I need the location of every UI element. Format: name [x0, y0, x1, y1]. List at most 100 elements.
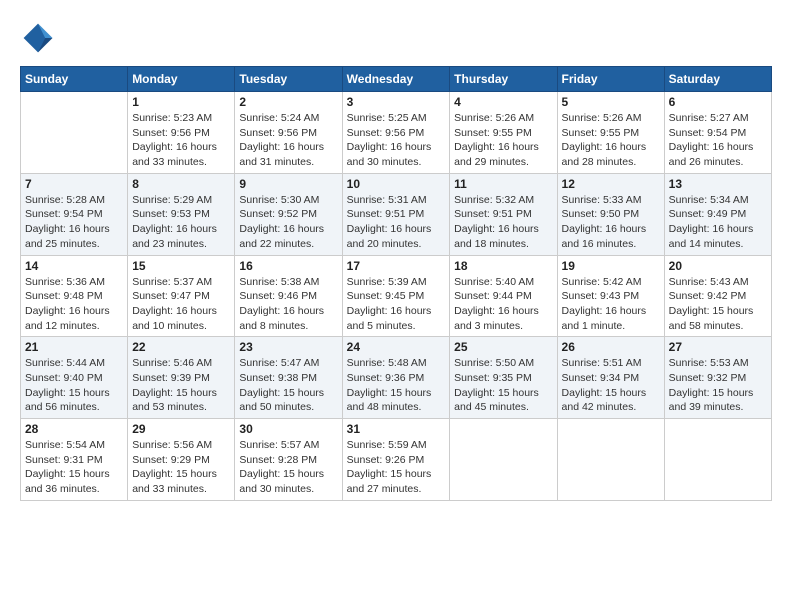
day-info: Sunrise: 5:57 AM Sunset: 9:28 PM Dayligh… — [239, 438, 337, 497]
weekday-header: Monday — [128, 67, 235, 92]
calendar-cell: 7 Sunrise: 5:28 AM Sunset: 9:54 PM Daylig… — [21, 173, 128, 255]
calendar-cell: 30 Sunrise: 5:57 AM Sunset: 9:28 PM Dayli… — [235, 419, 342, 501]
day-info: Sunrise: 5:56 AM Sunset: 9:29 PM Dayligh… — [132, 438, 230, 497]
day-info: Sunrise: 5:46 AM Sunset: 9:39 PM Dayligh… — [132, 356, 230, 415]
day-number: 30 — [239, 422, 337, 436]
calendar-cell: 27Sunrise: 5:53 AM Sunset: 9:32 PM Dayli… — [664, 337, 771, 419]
calendar-cell: 21 Sunrise: 5:44 AM Sunset: 9:40 PM Dayli… — [21, 337, 128, 419]
day-number: 25 — [454, 340, 552, 354]
day-info: Sunrise: 5:37 AM Sunset: 9:47 PM Dayligh… — [132, 275, 230, 334]
calendar-cell: 10 Sunrise: 5:31 AM Sunset: 9:51 PM Dayli… — [342, 173, 450, 255]
day-info: Sunrise: 5:50 AM Sunset: 9:35 PM Dayligh… — [454, 356, 552, 415]
weekday-header: Friday — [557, 67, 664, 92]
day-info: Sunrise: 5:38 AM Sunset: 9:46 PM Dayligh… — [239, 275, 337, 334]
calendar-header-row: SundayMondayTuesdayWednesdayThursdayFrid… — [21, 67, 772, 92]
day-info: Sunrise: 5:24 AM Sunset: 9:56 PM Dayligh… — [239, 111, 337, 170]
page-header — [20, 20, 772, 56]
day-number: 20 — [669, 259, 767, 273]
calendar-cell: 31 Sunrise: 5:59 AM Sunset: 9:26 PM Dayli… — [342, 419, 450, 501]
day-info: Sunrise: 5:44 AM Sunset: 9:40 PM Dayligh… — [25, 356, 123, 415]
calendar-cell: 23 Sunrise: 5:47 AM Sunset: 9:38 PM Dayli… — [235, 337, 342, 419]
calendar-cell — [21, 92, 128, 174]
calendar-cell: 28 Sunrise: 5:54 AM Sunset: 9:31 PM Dayli… — [21, 419, 128, 501]
day-info: Sunrise: 5:47 AM Sunset: 9:38 PM Dayligh… — [239, 356, 337, 415]
calendar-cell: 11Sunrise: 5:32 AM Sunset: 9:51 PM Dayli… — [450, 173, 557, 255]
calendar-cell: 8Sunrise: 5:29 AM Sunset: 9:53 PM Daylig… — [128, 173, 235, 255]
day-number: 2 — [239, 95, 337, 109]
calendar-cell — [664, 419, 771, 501]
day-number: 1 — [132, 95, 230, 109]
calendar-cell: 13 Sunrise: 5:34 AM Sunset: 9:49 PM Dayli… — [664, 173, 771, 255]
day-info: Sunrise: 5:40 AM Sunset: 9:44 PM Dayligh… — [454, 275, 552, 334]
day-number: 31 — [347, 422, 446, 436]
calendar-cell: 14 Sunrise: 5:36 AM Sunset: 9:48 PM Dayli… — [21, 255, 128, 337]
calendar-week-row: 14 Sunrise: 5:36 AM Sunset: 9:48 PM Dayli… — [21, 255, 772, 337]
day-info: Sunrise: 5:23 AM Sunset: 9:56 PM Dayligh… — [132, 111, 230, 170]
day-number: 3 — [347, 95, 446, 109]
day-info: Sunrise: 5:32 AM Sunset: 9:51 PM Dayligh… — [454, 193, 552, 252]
calendar-cell: 5 Sunrise: 5:26 AM Sunset: 9:55 PM Daylig… — [557, 92, 664, 174]
day-number: 18 — [454, 259, 552, 273]
day-info: Sunrise: 5:48 AM Sunset: 9:36 PM Dayligh… — [347, 356, 446, 415]
calendar-cell: 4 Sunrise: 5:26 AM Sunset: 9:55 PM Daylig… — [450, 92, 557, 174]
day-info: Sunrise: 5:33 AM Sunset: 9:50 PM Dayligh… — [562, 193, 660, 252]
calendar-week-row: 1 Sunrise: 5:23 AM Sunset: 9:56 PM Daylig… — [21, 92, 772, 174]
day-info: Sunrise: 5:25 AM Sunset: 9:56 PM Dayligh… — [347, 111, 446, 170]
calendar-cell: 1 Sunrise: 5:23 AM Sunset: 9:56 PM Daylig… — [128, 92, 235, 174]
day-number: 10 — [347, 177, 446, 191]
day-number: 5 — [562, 95, 660, 109]
day-number: 28 — [25, 422, 123, 436]
day-info: Sunrise: 5:54 AM Sunset: 9:31 PM Dayligh… — [25, 438, 123, 497]
weekday-header: Wednesday — [342, 67, 450, 92]
day-number: 9 — [239, 177, 337, 191]
day-number: 7 — [25, 177, 123, 191]
day-info: Sunrise: 5:27 AM Sunset: 9:54 PM Dayligh… — [669, 111, 767, 170]
weekday-header: Thursday — [450, 67, 557, 92]
day-info: Sunrise: 5:51 AM Sunset: 9:34 PM Dayligh… — [562, 356, 660, 415]
day-number: 6 — [669, 95, 767, 109]
calendar-cell: 19 Sunrise: 5:42 AM Sunset: 9:43 PM Dayli… — [557, 255, 664, 337]
day-info: Sunrise: 5:39 AM Sunset: 9:45 PM Dayligh… — [347, 275, 446, 334]
day-info: Sunrise: 5:29 AM Sunset: 9:53 PM Dayligh… — [132, 193, 230, 252]
calendar-cell — [557, 419, 664, 501]
calendar-cell: 22 Sunrise: 5:46 AM Sunset: 9:39 PM Dayli… — [128, 337, 235, 419]
day-number: 19 — [562, 259, 660, 273]
day-info: Sunrise: 5:34 AM Sunset: 9:49 PM Dayligh… — [669, 193, 767, 252]
day-info: Sunrise: 5:31 AM Sunset: 9:51 PM Dayligh… — [347, 193, 446, 252]
calendar-cell: 15Sunrise: 5:37 AM Sunset: 9:47 PM Dayli… — [128, 255, 235, 337]
calendar-cell: 20 Sunrise: 5:43 AM Sunset: 9:42 PM Dayli… — [664, 255, 771, 337]
logo-icon — [20, 20, 56, 56]
calendar-cell — [450, 419, 557, 501]
day-info: Sunrise: 5:26 AM Sunset: 9:55 PM Dayligh… — [454, 111, 552, 170]
day-number: 14 — [25, 259, 123, 273]
calendar-cell: 17 Sunrise: 5:39 AM Sunset: 9:45 PM Dayli… — [342, 255, 450, 337]
calendar-table: SundayMondayTuesdayWednesdayThursdayFrid… — [20, 66, 772, 501]
day-info: Sunrise: 5:30 AM Sunset: 9:52 PM Dayligh… — [239, 193, 337, 252]
calendar-cell: 18 Sunrise: 5:40 AM Sunset: 9:44 PM Dayli… — [450, 255, 557, 337]
calendar-cell: 12 Sunrise: 5:33 AM Sunset: 9:50 PM Dayli… — [557, 173, 664, 255]
day-number: 13 — [669, 177, 767, 191]
weekday-header: Sunday — [21, 67, 128, 92]
day-number: 23 — [239, 340, 337, 354]
day-info: Sunrise: 5:28 AM Sunset: 9:54 PM Dayligh… — [25, 193, 123, 252]
day-number: 29 — [132, 422, 230, 436]
calendar-cell: 3 Sunrise: 5:25 AM Sunset: 9:56 PM Daylig… — [342, 92, 450, 174]
day-number: 24 — [347, 340, 446, 354]
day-number: 12 — [562, 177, 660, 191]
calendar-cell: 6 Sunrise: 5:27 AM Sunset: 9:54 PM Daylig… — [664, 92, 771, 174]
day-info: Sunrise: 5:43 AM Sunset: 9:42 PM Dayligh… — [669, 275, 767, 334]
day-number: 21 — [25, 340, 123, 354]
day-number: 16 — [239, 259, 337, 273]
day-info: Sunrise: 5:36 AM Sunset: 9:48 PM Dayligh… — [25, 275, 123, 334]
day-number: 17 — [347, 259, 446, 273]
calendar-week-row: 28 Sunrise: 5:54 AM Sunset: 9:31 PM Dayli… — [21, 419, 772, 501]
calendar-cell: 16 Sunrise: 5:38 AM Sunset: 9:46 PM Dayli… — [235, 255, 342, 337]
day-number: 4 — [454, 95, 552, 109]
day-info: Sunrise: 5:42 AM Sunset: 9:43 PM Dayligh… — [562, 275, 660, 334]
calendar-week-row: 21 Sunrise: 5:44 AM Sunset: 9:40 PM Dayli… — [21, 337, 772, 419]
day-number: 22 — [132, 340, 230, 354]
day-info: Sunrise: 5:59 AM Sunset: 9:26 PM Dayligh… — [347, 438, 446, 497]
weekday-header: Saturday — [664, 67, 771, 92]
day-info: Sunrise: 5:26 AM Sunset: 9:55 PM Dayligh… — [562, 111, 660, 170]
day-number: 26 — [562, 340, 660, 354]
